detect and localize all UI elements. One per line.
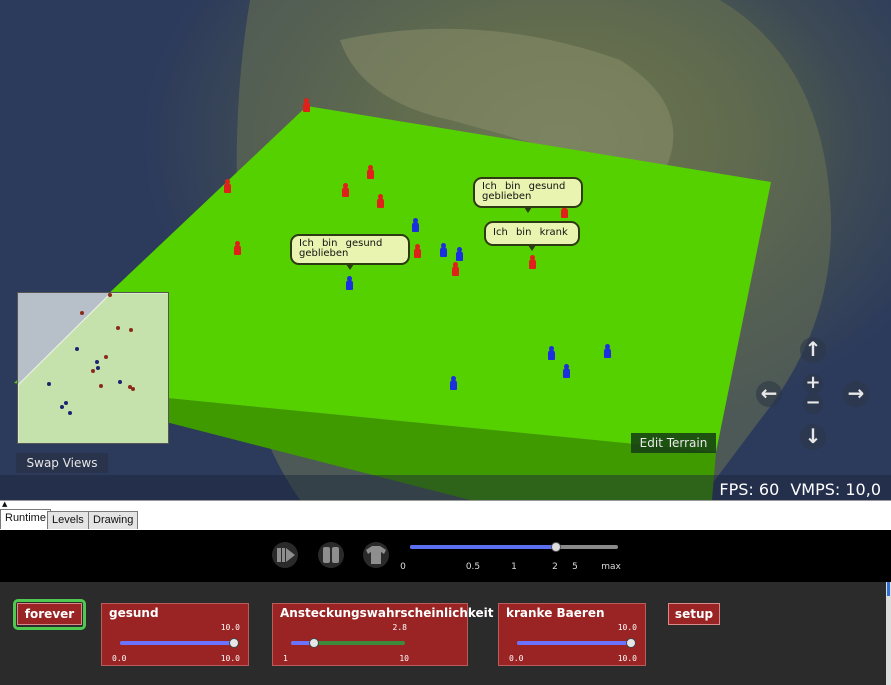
minimap-sick-dot	[129, 328, 133, 332]
minimap-sick-dot	[99, 384, 103, 388]
slider-current-value: 10.0	[220, 623, 240, 632]
slider-thumb[interactable]	[308, 638, 319, 648]
speed-slider-thumb[interactable]	[550, 542, 561, 552]
slider-gesund[interactable]: gesund 10.0 0.0 10.0	[101, 603, 249, 666]
healthy-agent[interactable]	[604, 344, 611, 358]
slider-label: Ansteckungswahrscheinlichkeit	[280, 606, 494, 620]
left-arrow-icon[interactable]: ←	[756, 381, 782, 407]
minimap-healthy-dot	[96, 366, 100, 370]
slider-max-value: 10.0	[220, 654, 240, 663]
speed-tick-label: 2	[552, 562, 558, 572]
healthy-agent[interactable]	[412, 218, 419, 232]
minimap-healthy-dot	[75, 347, 79, 351]
speech-bubble: Ich bin gesund geblieben	[473, 177, 583, 213]
slider-fill	[517, 641, 631, 645]
minimap-healthy-dot	[60, 405, 64, 409]
slider-max-value: 10	[399, 654, 409, 663]
starlogo-window: Ich bin gesund geblieben Ich bin gesund …	[0, 0, 891, 685]
healthy-agent[interactable]	[450, 376, 457, 390]
slider-min-value: 1	[283, 654, 288, 663]
sick-agent[interactable]	[377, 194, 384, 208]
speed-tick-label: 0	[400, 562, 406, 572]
speech-bubble: Ich bin gesund geblieben	[290, 234, 410, 270]
minimap-sick-dot	[108, 293, 112, 297]
minimap-sick-dot	[91, 369, 95, 373]
down-arrow-icon[interactable]: ↓	[800, 424, 826, 450]
slider-current-value: 2.8	[392, 623, 407, 632]
forever-button[interactable]: forever	[17, 603, 82, 625]
minimap-healthy-dot	[68, 411, 72, 415]
healthy-agent[interactable]	[563, 364, 570, 378]
speed-tick-label: 0.5	[465, 562, 481, 572]
bubble-line: Ich bin krank	[493, 227, 568, 238]
speed-slider-fill	[410, 545, 556, 549]
slider-thumb[interactable]	[626, 638, 636, 648]
minimap-healthy-dot	[47, 382, 51, 386]
slider-fill	[120, 641, 234, 645]
speech-bubble: Ich bin krank	[484, 221, 580, 251]
sick-agent[interactable]	[234, 241, 241, 255]
3d-viewport[interactable]: Ich bin gesund geblieben Ich bin gesund …	[0, 0, 891, 500]
sick-agent[interactable]	[414, 244, 421, 258]
sick-agent[interactable]	[452, 262, 459, 276]
runtime-controls	[0, 530, 891, 582]
minimap-sick-dot	[104, 355, 108, 359]
up-arrow-icon[interactable]: ↑	[800, 337, 826, 363]
slider-kranke-baeren[interactable]: kranke Baeren 10.0 0.0 10.0	[498, 603, 646, 666]
speed-tick-label: 1	[511, 562, 517, 572]
sick-agent[interactable]	[303, 98, 310, 112]
minimap-sick-dot	[116, 326, 120, 330]
speed-tick-label: max	[601, 562, 621, 572]
tab-drawing[interactable]: Drawing	[88, 511, 139, 529]
sick-agent[interactable]	[224, 179, 231, 193]
sick-agent[interactable]	[342, 183, 349, 197]
vmps-readout: VMPS: 10,0	[790, 480, 881, 499]
minimap-healthy-dot	[64, 401, 68, 405]
sick-agent[interactable]	[367, 165, 374, 179]
minimap-healthy-dot	[118, 380, 122, 384]
speed-tick-label: 5	[572, 562, 578, 572]
slider-label: gesund	[109, 606, 159, 620]
slider-current-value: 10.0	[617, 623, 637, 632]
performance-stats: FPS: 60 VMPS: 10,0	[713, 480, 881, 500]
healthy-agent[interactable]	[456, 247, 463, 261]
sick-agent[interactable]	[529, 255, 536, 269]
minimap-sick-dot	[131, 387, 135, 391]
slider-min-value: 0.0	[112, 654, 127, 663]
slider-label: kranke Baeren	[506, 606, 605, 620]
zoom-in-icon[interactable]: +	[803, 374, 823, 394]
healthy-agent[interactable]	[346, 276, 353, 290]
healthy-agent[interactable]	[548, 346, 555, 360]
edit-terrain-button[interactable]: Edit Terrain	[631, 433, 716, 453]
right-arrow-icon[interactable]: →	[843, 381, 869, 407]
pause-icon[interactable]	[317, 541, 345, 569]
step-icon[interactable]	[271, 541, 299, 569]
minimap[interactable]	[17, 292, 169, 444]
slider-thumb[interactable]	[229, 638, 239, 648]
minimap-healthy-dot	[95, 360, 99, 364]
fps-readout: FPS: 60	[719, 480, 780, 499]
tab-levels[interactable]: Levels	[47, 511, 89, 529]
vertical-scrollbar[interactable]	[886, 582, 891, 685]
slider-min-value: 0.0	[509, 654, 524, 663]
tab-runtime[interactable]: Runtime	[0, 509, 51, 529]
swap-views-button[interactable]: Swap Views	[16, 453, 108, 473]
shirt-icon[interactable]	[362, 541, 390, 569]
minimap-sick-dot	[80, 311, 84, 315]
zoom-out-icon[interactable]: −	[803, 394, 823, 414]
slider-max-value: 10.0	[617, 654, 637, 663]
bubble-line: geblieben	[299, 248, 349, 259]
slider-ansteckungswahrscheinlichkeit[interactable]: Ansteckungswahrscheinlichkeit 2.8 1 10	[272, 603, 494, 666]
bubble-line: geblieben	[482, 191, 532, 202]
setup-button[interactable]: setup	[668, 603, 720, 625]
healthy-agent[interactable]	[440, 243, 447, 257]
